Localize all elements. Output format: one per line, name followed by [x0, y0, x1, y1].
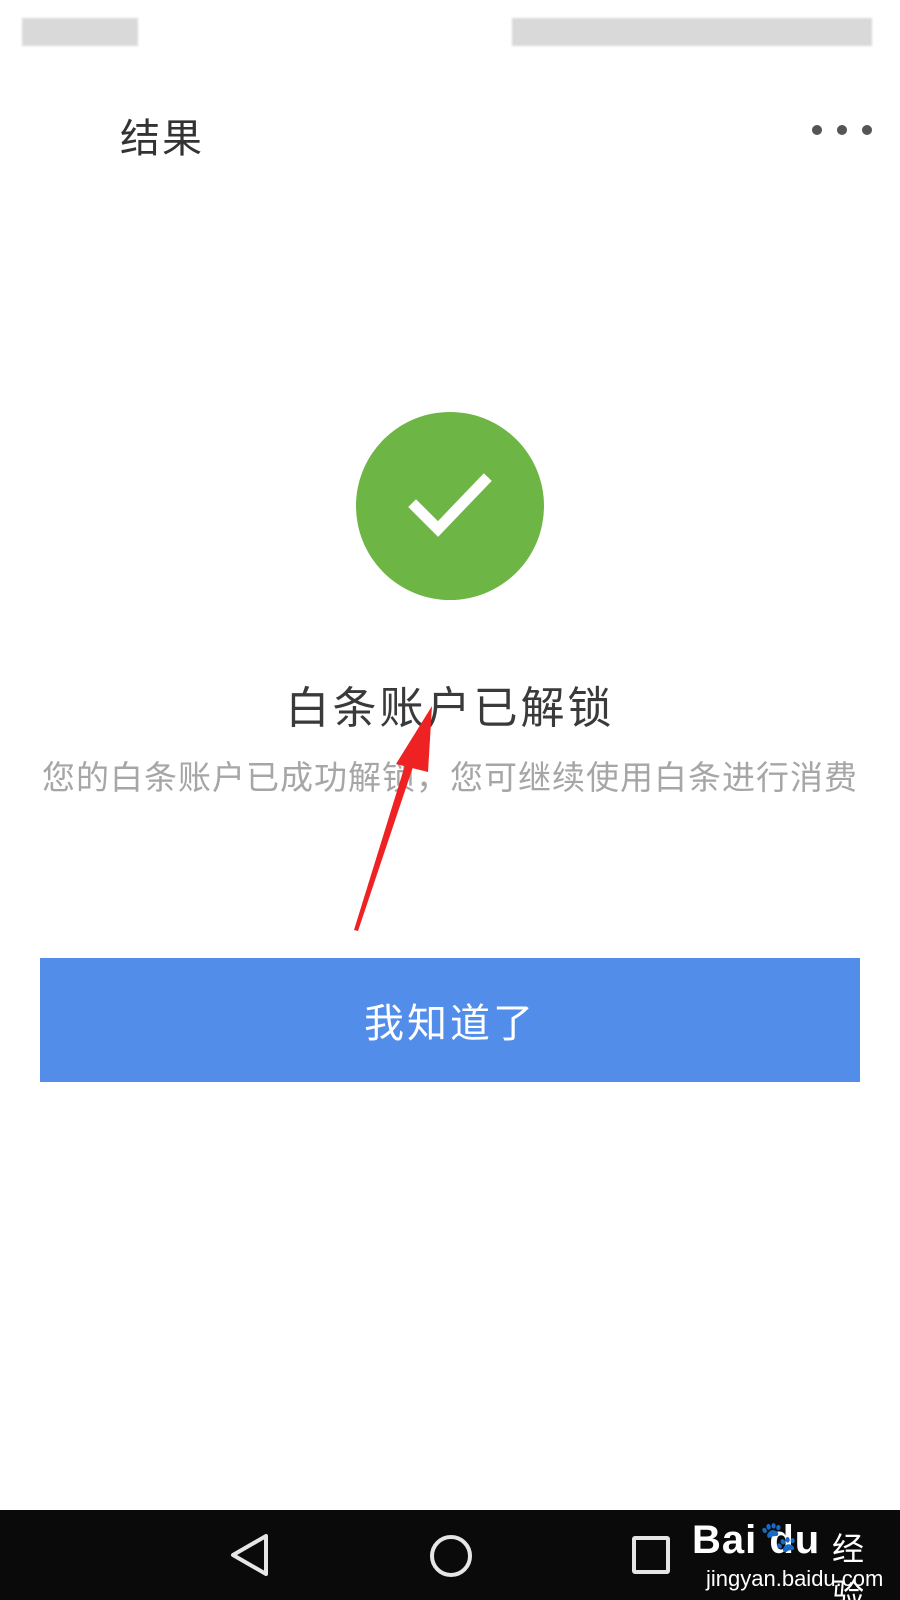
more-horizontal-icon-dot — [862, 125, 872, 135]
success-badge — [356, 412, 544, 600]
baidu-jingyan-watermark: Bai du 🐾 经验 jingyan.baidu.com — [692, 1518, 892, 1600]
nav-back-icon[interactable] — [228, 1532, 272, 1578]
paw-icon: 🐾 — [760, 1521, 798, 1554]
status-bar — [0, 0, 900, 60]
watermark-url: jingyan.baidu.com — [706, 1566, 884, 1591]
more-horizontal-icon-dot — [837, 125, 847, 135]
result-screen: 结果 白条账户已解锁 您的白条账户已成功解锁，您可继续使用白条进行消费 我知道了… — [0, 0, 900, 1600]
confirm-button[interactable]: 我知道了 — [40, 958, 860, 1082]
watermark-logo-text: Bai du — [692, 1518, 821, 1562]
more-horizontal-icon — [812, 125, 822, 135]
status-bar-right-blurred — [512, 18, 872, 46]
check-icon — [408, 473, 492, 537]
annotation-arrow-icon — [354, 706, 432, 931]
nav-home-icon[interactable] — [430, 1535, 472, 1577]
watermark-logo: Bai du — [692, 1518, 820, 1563]
header: 结果 — [0, 90, 900, 170]
status-bar-left-blurred — [22, 18, 138, 46]
page-title: 结果 — [120, 116, 204, 162]
navigation-bar: Bai du 🐾 经验 jingyan.baidu.com — [0, 1510, 900, 1600]
nav-recent-apps-icon[interactable] — [632, 1536, 670, 1574]
more-options-button[interactable] — [812, 112, 872, 148]
